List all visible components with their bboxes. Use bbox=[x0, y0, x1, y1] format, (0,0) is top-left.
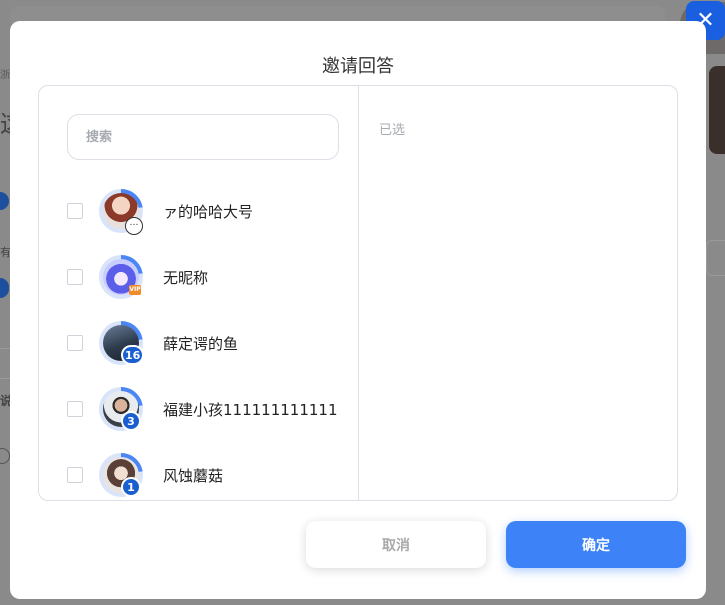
user-name: 福建小孩111111111111 bbox=[163, 400, 338, 419]
list-item[interactable]: 1 风蚀蘑菇 bbox=[39, 450, 358, 500]
user-name: 薛定谔的鱼 bbox=[163, 334, 239, 353]
user-name: 风蚀蘑菇 bbox=[163, 466, 224, 485]
list-item[interactable]: VIP 无昵称 bbox=[39, 252, 358, 302]
level-badge: 3 bbox=[121, 411, 141, 431]
invite-answer-dialog: 邀请回答 … ァ的哈哈大号 bbox=[10, 21, 706, 599]
list-item[interactable]: 3 福建小孩111111111111 bbox=[39, 384, 358, 434]
user-name: 无昵称 bbox=[163, 268, 209, 287]
background-image-card bbox=[709, 66, 725, 154]
level-badge: 16 bbox=[121, 345, 145, 365]
background-badge bbox=[0, 278, 9, 298]
list-item[interactable]: 16 薛定谔的鱼 bbox=[39, 318, 358, 368]
user-checkbox[interactable] bbox=[67, 269, 83, 285]
background-divider bbox=[0, 348, 10, 349]
cancel-button[interactable]: 取消 bbox=[306, 521, 486, 568]
invite-panel: … ァ的哈哈大号 VIP 无昵称 bbox=[38, 85, 678, 501]
background-badge bbox=[0, 192, 9, 210]
user-name: ァ的哈哈大号 bbox=[163, 202, 254, 221]
user-checkbox[interactable] bbox=[67, 335, 83, 351]
avatar: 16 bbox=[99, 321, 145, 365]
user-checkbox[interactable] bbox=[67, 203, 83, 219]
selected-users-panel: 已选 bbox=[359, 86, 677, 500]
list-item[interactable]: … ァ的哈哈大号 bbox=[39, 186, 358, 236]
background-side-box bbox=[706, 240, 725, 276]
search-input[interactable] bbox=[67, 114, 339, 160]
user-checkbox[interactable] bbox=[67, 467, 83, 483]
avatar: 1 bbox=[99, 453, 143, 497]
dialog-title: 邀请回答 bbox=[322, 56, 394, 77]
user-checkbox[interactable] bbox=[67, 401, 83, 417]
avatar: … bbox=[99, 189, 143, 235]
background-divider bbox=[0, 378, 10, 379]
background-icon bbox=[0, 448, 10, 464]
confirm-button[interactable]: 确定 bbox=[506, 521, 686, 568]
selected-label: 已选 bbox=[379, 123, 406, 138]
more-icon: … bbox=[125, 217, 143, 235]
user-picker: … ァ的哈哈大号 VIP 无昵称 bbox=[39, 86, 359, 500]
avatar: 3 bbox=[99, 387, 143, 431]
vip-icon: VIP bbox=[129, 285, 141, 295]
avatar: VIP bbox=[99, 255, 143, 299]
level-badge: 1 bbox=[121, 477, 141, 497]
background-text: 浙 bbox=[0, 70, 10, 81]
